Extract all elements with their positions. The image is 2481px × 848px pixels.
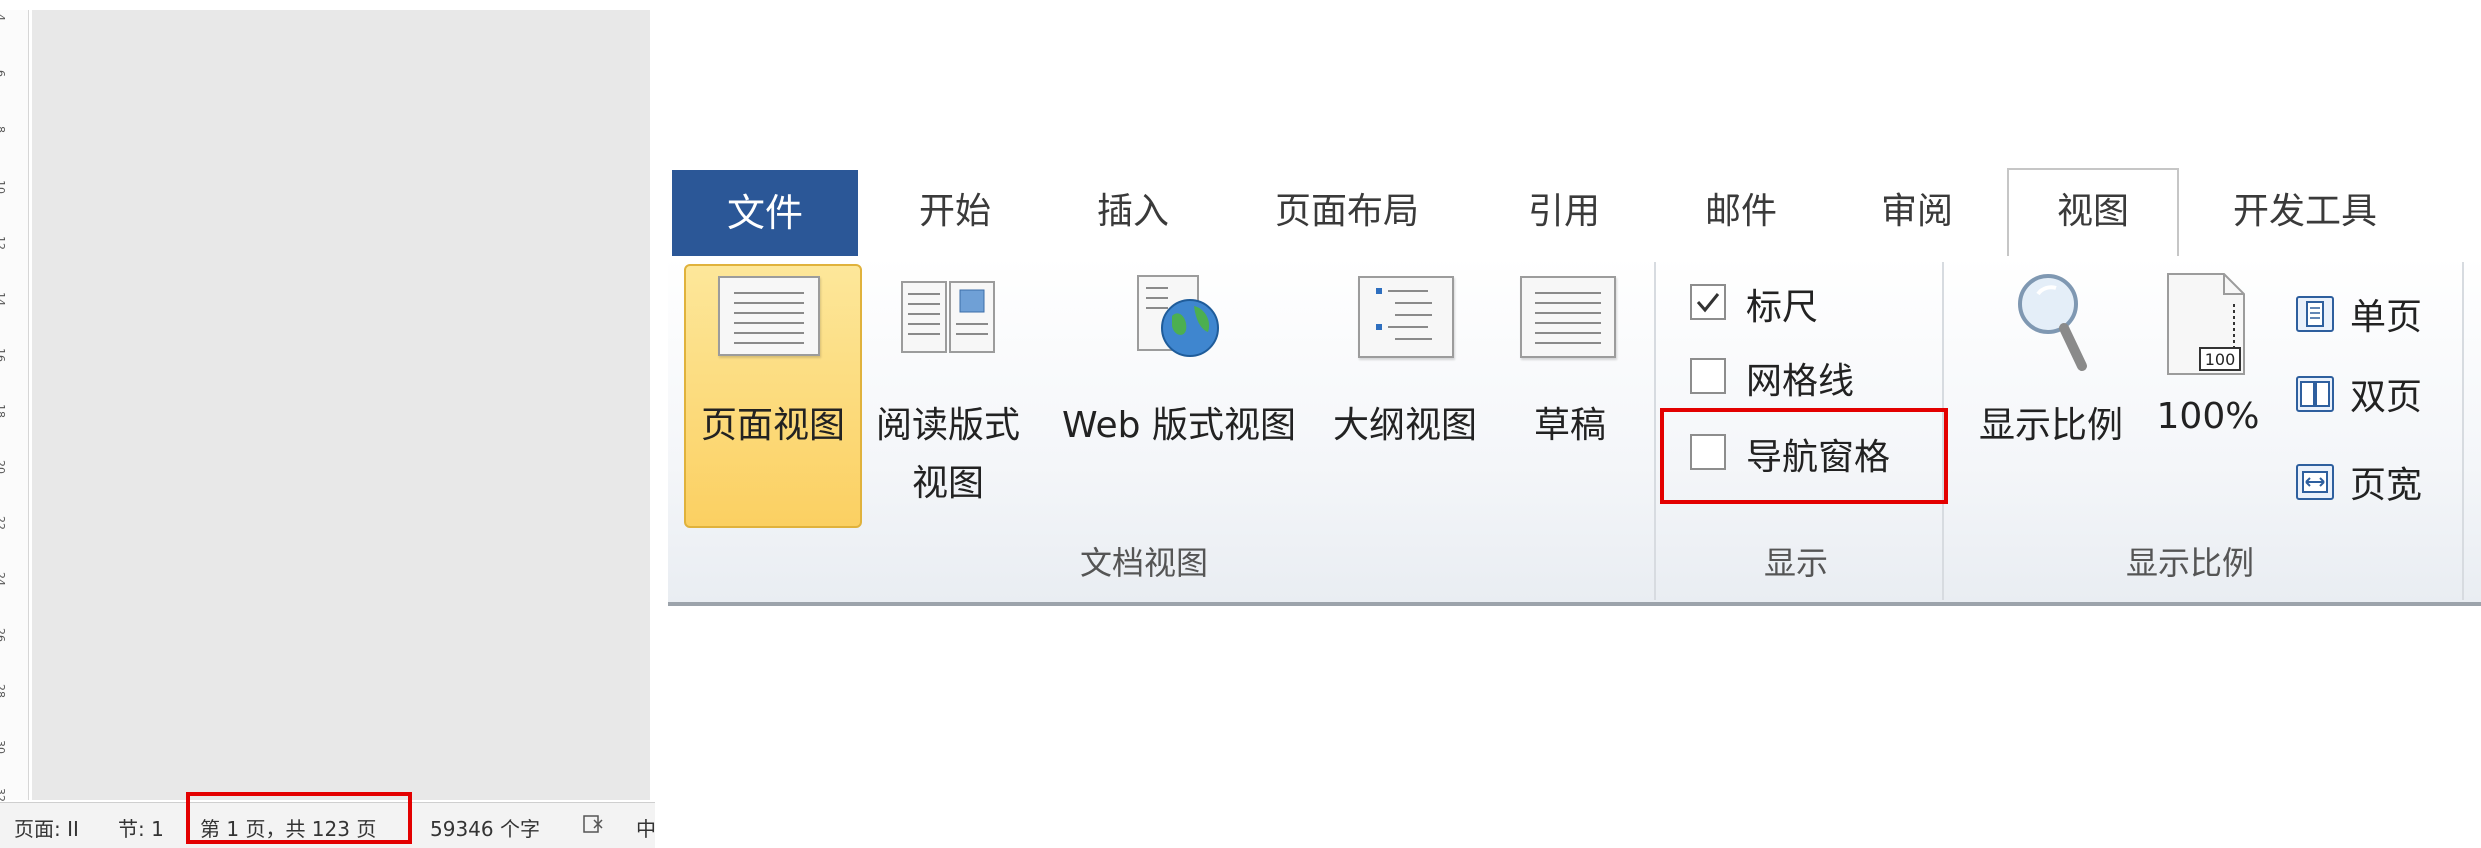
group-label-document-views: 文档视图 (1080, 544, 1209, 582)
ruler-tick: 6 (0, 70, 7, 77)
group-separator (2462, 262, 2464, 600)
gridlines-label[interactable]: 网格线 (1746, 352, 1854, 404)
hundred-icon-text: 100 (2205, 350, 2236, 369)
page-width-label[interactable]: 页宽 (2350, 456, 2422, 508)
reading-view-label-line2[interactable]: 视图 (868, 454, 1028, 506)
web-view-label[interactable]: Web 版式视图 (1044, 396, 1314, 448)
tab-mailings[interactable]: 邮件 (1686, 168, 1796, 256)
zoom-button-label[interactable]: 显示比例 (1966, 396, 2136, 448)
group-label-zoom: 显示比例 (2126, 544, 2255, 582)
ruler-tick: 4 (0, 14, 7, 21)
ruler-tick: 20 (0, 460, 7, 474)
one-page-icon (2296, 296, 2334, 332)
ruler-tick: 10 (0, 180, 7, 194)
ruler-tick: 16 (0, 348, 7, 362)
tab-page-layout[interactable]: 页面布局 (1262, 168, 1432, 256)
draft-view-label[interactable]: 草稿 (1520, 396, 1620, 448)
group-label-show: 显示 (1764, 544, 1829, 582)
reading-view-icon (898, 278, 998, 356)
reading-view-label-line1[interactable]: 阅读版式 (868, 396, 1028, 448)
proofing-icon[interactable] (582, 813, 604, 840)
checkmark-icon (1696, 293, 1720, 313)
two-pages-label[interactable]: 双页 (2350, 368, 2422, 420)
ruler-tick: 18 (0, 404, 7, 418)
ruler-tick: 8 (0, 126, 7, 133)
tab-review[interactable]: 审阅 (1862, 168, 1972, 256)
page-width-icon (2296, 464, 2334, 500)
ruler-label[interactable]: 标尺 (1746, 278, 1818, 330)
hundred-percent-icon: 100 (2164, 270, 2252, 378)
vertical-ruler: 4 6 8 10 12 14 16 18 20 22 24 26 28 30 3… (0, 10, 29, 802)
ruler-tick: 12 (0, 236, 7, 250)
outline-view-label[interactable]: 大纲视图 (1320, 396, 1490, 448)
document-panel: 4 6 8 10 12 14 16 18 20 22 24 26 28 30 3… (0, 0, 655, 847)
magnifier-icon (2008, 266, 2092, 376)
web-view-icon (1128, 272, 1226, 360)
status-page-number[interactable]: 页面: II (14, 813, 79, 842)
outline-view-icon (1358, 276, 1454, 358)
two-pages-icon (2296, 376, 2334, 412)
status-word-count[interactable]: 59346 个字 (430, 813, 540, 842)
ruler-tick: 24 (0, 572, 7, 586)
status-language[interactable]: 中 (636, 813, 656, 842)
ruler-tick: 32 (0, 788, 7, 802)
nav-pane-highlight-box (1660, 408, 1948, 504)
tab-view[interactable]: 视图 (2036, 168, 2150, 256)
ruler-tick: 28 (0, 684, 7, 698)
ruler-tick: 26 (0, 628, 7, 642)
group-separator (1654, 262, 1656, 600)
hundred-percent-label[interactable]: 100% (2148, 396, 2268, 437)
tab-insert[interactable]: 插入 (1078, 168, 1188, 256)
page-view-icon (718, 276, 820, 356)
tab-developer[interactable]: 开发工具 (2210, 168, 2400, 256)
tab-file[interactable]: 文件 (672, 170, 858, 256)
draft-view-icon (1520, 276, 1616, 358)
ruler-checkbox[interactable] (1690, 284, 1726, 320)
tab-home[interactable]: 开始 (900, 168, 1010, 256)
tab-references[interactable]: 引用 (1514, 168, 1614, 256)
status-highlight-box (186, 792, 412, 844)
one-page-label[interactable]: 单页 (2350, 288, 2422, 340)
document-canvas[interactable] (32, 10, 650, 800)
status-section[interactable]: 节: 1 (118, 813, 164, 842)
page-view-label: 页面视图 (700, 405, 845, 446)
gridlines-checkbox[interactable] (1690, 358, 1726, 394)
ruler-tick: 14 (0, 292, 7, 306)
ruler-tick: 30 (0, 740, 7, 754)
ruler-tick: 22 (0, 516, 7, 530)
